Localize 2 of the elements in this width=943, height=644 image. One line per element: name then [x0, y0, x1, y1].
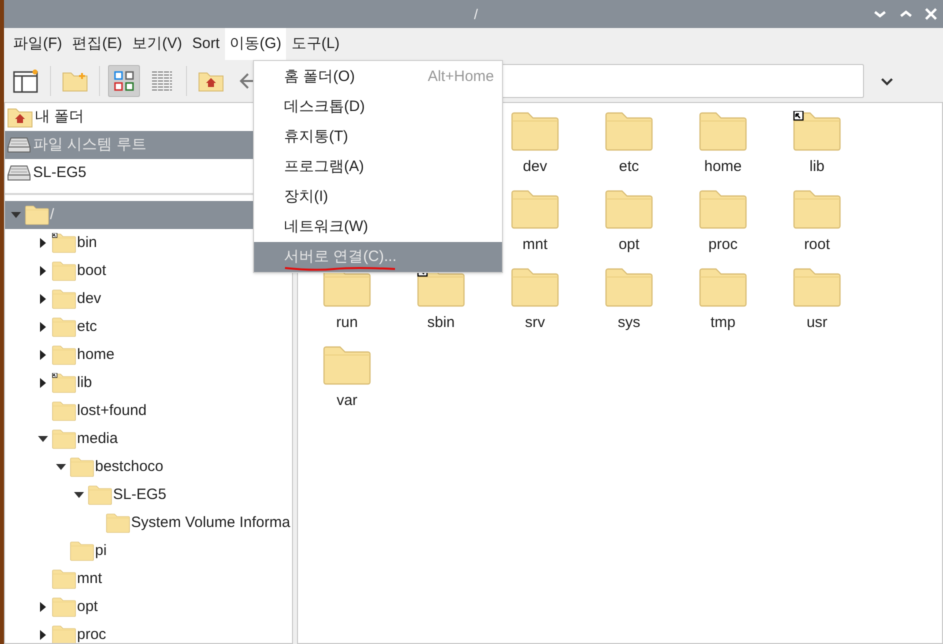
- window-title: /: [474, 4, 478, 24]
- shortcut-label: Alt+Home: [428, 66, 494, 87]
